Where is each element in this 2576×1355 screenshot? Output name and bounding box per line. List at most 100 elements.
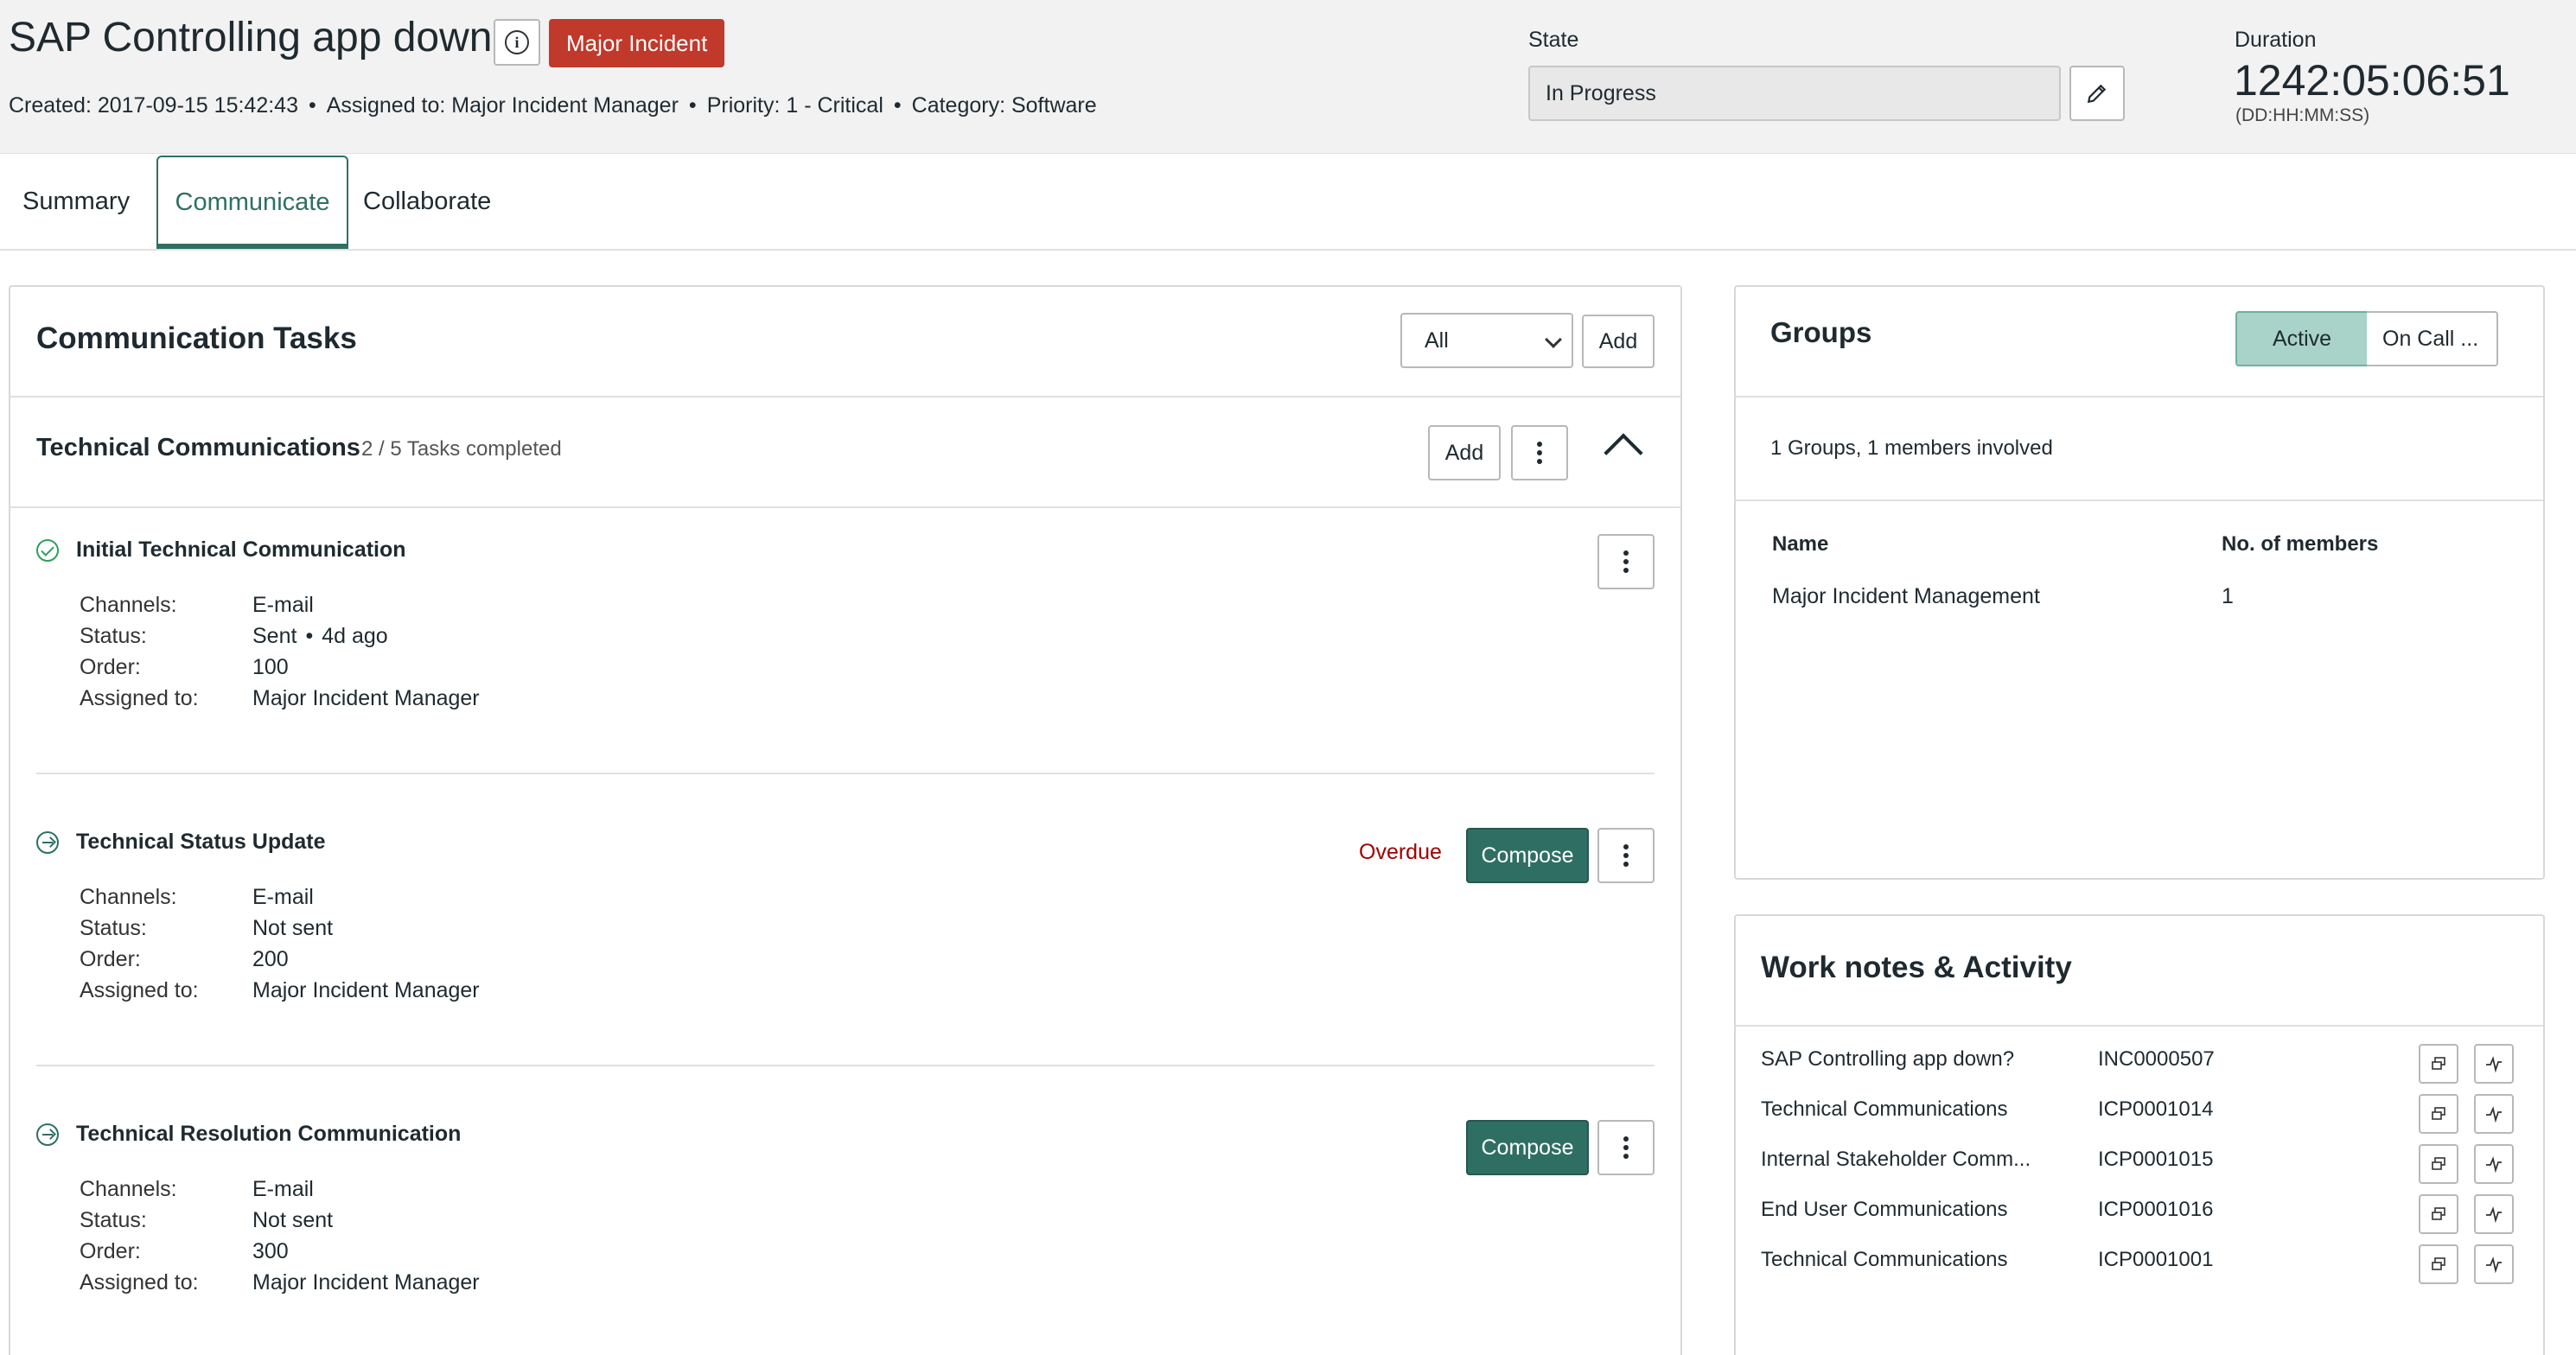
pulse-icon <box>2486 1256 2502 1274</box>
status-value: Not sent <box>252 1208 334 1232</box>
worknote-item-name[interactable]: Technical Communications <box>1761 1097 2055 1122</box>
channels-label: Channels: <box>80 1177 177 1201</box>
divider <box>10 506 1680 508</box>
worknote-item-name[interactable]: SAP Controlling app down? <box>1761 1047 2055 1072</box>
status-label: Status: <box>80 1208 147 1232</box>
activity-button[interactable] <box>2474 1244 2514 1284</box>
task-filter-select[interactable]: All <box>1400 313 1573 368</box>
task-title: Initial Technical Communication <box>76 538 406 562</box>
task-filter-value: All <box>1425 328 1449 353</box>
group-members: 1 <box>2222 584 2234 608</box>
edit-state-button[interactable] <box>2069 66 2125 121</box>
state-label: State <box>1528 28 1579 52</box>
status-value: Not sent <box>252 916 334 940</box>
order-value: 100 <box>252 655 289 679</box>
worknote-item-number[interactable]: ICP0001014 <box>2098 1097 2213 1122</box>
tab-summary[interactable]: Summary <box>22 154 130 249</box>
priority-text: Priority: 1 - Critical <box>706 93 883 118</box>
pulse-icon <box>2486 1056 2502 1073</box>
duration-label: Duration <box>2235 28 2317 52</box>
compose-button[interactable]: Compose <box>1466 828 1589 883</box>
assigned-value: Major Incident Manager <box>252 686 480 710</box>
order-value: 300 <box>252 1239 289 1263</box>
divider <box>1736 396 2543 398</box>
page-title: SAP Controlling app down? <box>9 15 516 60</box>
group-name[interactable]: Major Incident Management <box>1772 584 2040 609</box>
task-title: Technical Status Update <box>76 830 326 854</box>
groups-title: Groups <box>1770 316 1872 348</box>
task-more-button[interactable] <box>1597 828 1655 883</box>
arrow-right-circle-icon <box>36 831 59 854</box>
state-field[interactable]: In Progress <box>1528 66 2061 121</box>
window-icon <box>2432 1057 2445 1070</box>
order-label: Order: <box>80 1239 141 1263</box>
section-title: Technical Communications <box>36 434 360 461</box>
assigned-label: Assigned to: <box>80 686 199 710</box>
worknote-item-number[interactable]: ICP0001015 <box>2098 1148 2213 1172</box>
duration-value: 1242:05:06:51 <box>2234 56 2510 105</box>
status-label: Status: <box>80 624 147 648</box>
channels-label: Channels: <box>80 593 177 617</box>
open-window-button[interactable] <box>2419 1144 2458 1184</box>
channels-value: E-mail <box>252 593 314 617</box>
channels-value: E-mail <box>252 885 314 909</box>
worknote-item-name[interactable]: End User Communications <box>1761 1198 2055 1222</box>
activity-button[interactable] <box>2474 1094 2514 1134</box>
divider <box>10 396 1680 398</box>
groups-panel <box>1734 285 2545 880</box>
worknote-item-number[interactable]: INC0000507 <box>2098 1047 2215 1072</box>
category-text: Category: Software <box>911 93 1097 118</box>
order-label: Order: <box>80 947 141 971</box>
add-task-button[interactable]: Add <box>1582 315 1655 368</box>
divider <box>36 1065 1655 1066</box>
status-label: Status: <box>80 916 147 940</box>
order-value: 200 <box>252 947 289 971</box>
status-time: 4d ago <box>322 624 388 648</box>
toggle-on-call[interactable]: On Call ... <box>2367 311 2498 366</box>
assigned-label: Assigned to: <box>80 1270 199 1295</box>
window-icon <box>2432 1207 2445 1220</box>
groups-summary: 1 Groups, 1 members involved <box>1770 436 2053 460</box>
record-header: SAP Controlling app down? i Major Incide… <box>0 0 2576 154</box>
pulse-icon <box>2486 1156 2502 1174</box>
info-button[interactable]: i <box>494 19 540 66</box>
communication-tasks-title: Communication Tasks <box>36 321 357 355</box>
activity-button[interactable] <box>2474 1144 2514 1184</box>
divider <box>1736 499 2543 501</box>
open-window-button[interactable] <box>2419 1244 2458 1284</box>
window-icon <box>2432 1257 2445 1270</box>
open-window-button[interactable] <box>2419 1094 2458 1134</box>
groups-col-name: Name <box>1772 532 1829 556</box>
work-notes-title: Work notes & Activity <box>1761 951 2072 984</box>
assigned-text: Assigned to: Major Incident Manager <box>326 93 679 118</box>
worknote-item-name[interactable]: Technical Communications <box>1761 1248 2055 1272</box>
pulse-icon <box>2486 1106 2502 1123</box>
worknote-item-number[interactable]: ICP0001001 <box>2098 1248 2213 1272</box>
compose-button[interactable]: Compose <box>1466 1120 1589 1175</box>
chevron-down-icon <box>1545 331 1562 348</box>
open-window-button[interactable] <box>2419 1044 2458 1084</box>
window-icon <box>2432 1107 2445 1120</box>
tab-communicate[interactable]: Communicate <box>156 156 348 249</box>
task-title: Technical Resolution Communication <box>76 1122 462 1146</box>
add-section-task-button[interactable]: Add <box>1428 425 1501 480</box>
section-more-button[interactable] <box>1511 425 1568 480</box>
channels-value: E-mail <box>252 1177 314 1201</box>
pulse-icon <box>2486 1206 2502 1224</box>
task-more-button[interactable] <box>1597 534 1655 589</box>
tab-collaborate[interactable]: Collaborate <box>363 154 491 249</box>
toggle-active[interactable]: Active <box>2235 311 2369 366</box>
section-progress: 2 / 5 Tasks completed <box>361 437 562 461</box>
task-more-button[interactable] <box>1597 1120 1655 1175</box>
status-text: Sent <box>252 624 297 648</box>
worknote-item-number[interactable]: ICP0001016 <box>2098 1198 2213 1222</box>
activity-button[interactable] <box>2474 1194 2514 1234</box>
tab-bar: Summary Communicate Collaborate <box>0 154 2576 251</box>
order-label: Order: <box>80 655 141 679</box>
record-meta: Created: 2017-09-15 15:42:43 • Assigned to… <box>9 93 1097 118</box>
activity-button[interactable] <box>2474 1044 2514 1084</box>
open-window-button[interactable] <box>2419 1194 2458 1234</box>
channels-label: Channels: <box>80 885 177 909</box>
divider <box>1736 1025 2543 1027</box>
worknote-item-name[interactable]: Internal Stakeholder Comm... <box>1761 1148 2055 1172</box>
